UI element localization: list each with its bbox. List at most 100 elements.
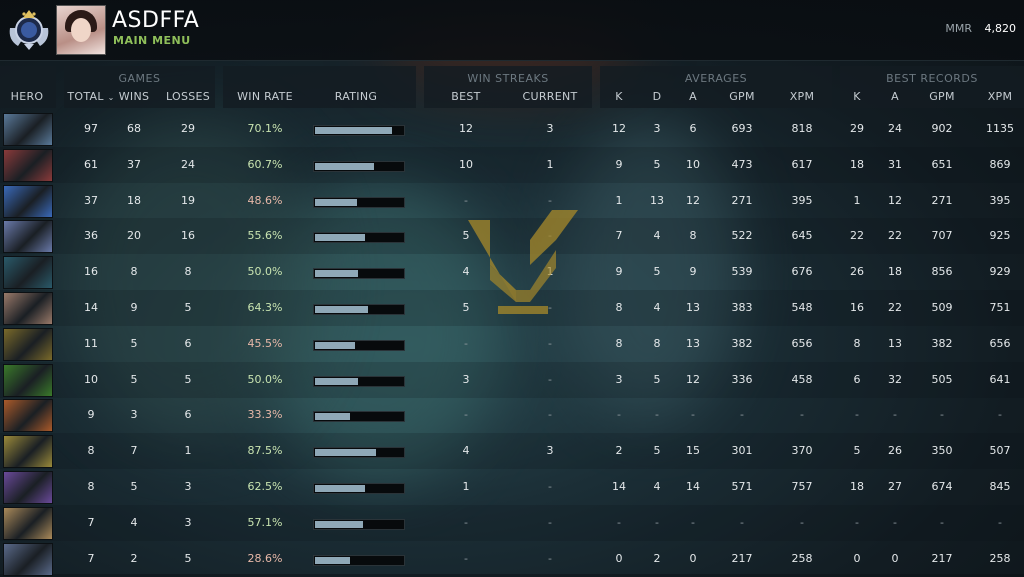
- table-row[interactable]: 8 7 1 87.5% 4 3 2 5 15 301 370 5 26 350 507: [0, 433, 1024, 470]
- rating-bar-fill: [315, 556, 350, 564]
- hero-portrait[interactable]: [3, 399, 53, 433]
- player-name: ASDFFA: [112, 8, 200, 33]
- header-losses[interactable]: LOSSES: [162, 90, 214, 103]
- cell-ra: 13: [888, 336, 902, 350]
- header-win-rate[interactable]: WIN RATE: [230, 90, 300, 103]
- table-row[interactable]: 10 5 5 50.0% 3 - 3 5 12 336 458 6 32 505 641: [0, 361, 1024, 398]
- hero-portrait[interactable]: [3, 435, 53, 469]
- rating-bar: [313, 554, 405, 566]
- cell-win-rate: 57.1%: [247, 515, 283, 529]
- hero-portrait[interactable]: [3, 363, 53, 397]
- table-row[interactable]: 7 4 3 57.1% - - - - - - - - - - -: [0, 504, 1024, 541]
- header-total[interactable]: TOTAL ⌄: [64, 90, 118, 103]
- cell-wins: 5: [130, 372, 138, 386]
- rating-bar-fill: [315, 377, 358, 385]
- cell-ra: 18: [888, 265, 902, 279]
- cell-ra: 12: [888, 193, 902, 207]
- cell-losses: 29: [181, 122, 195, 135]
- header-wins[interactable]: WINS: [114, 90, 154, 103]
- header-avg-k[interactable]: K: [608, 90, 630, 103]
- rating-bar-fill: [315, 413, 350, 421]
- cell-win-rate: 87.5%: [247, 444, 283, 458]
- cell-gpm: 522: [731, 229, 753, 243]
- cell-win-rate: 50.0%: [247, 372, 283, 386]
- cell-current: -: [548, 336, 552, 350]
- table-row[interactable]: 11 5 6 45.5% - - 8 8 13 382 656 8 13 382 656: [0, 326, 1024, 362]
- cell-ra: 22: [888, 301, 902, 314]
- cell-total: 9: [87, 408, 95, 422]
- hero-portrait[interactable]: [3, 184, 53, 218]
- hero-portrait[interactable]: [3, 471, 53, 504]
- hero-portrait[interactable]: [3, 292, 53, 325]
- cell-rxpm: 845: [989, 480, 1011, 493]
- header-avg-d[interactable]: D: [646, 90, 668, 103]
- cell-wins: 9: [130, 301, 138, 314]
- mmr-label: MMR: [945, 22, 972, 35]
- header-total-label: TOTAL: [67, 90, 104, 103]
- player-avatar[interactable]: [56, 5, 106, 55]
- cell-xpm: 818: [791, 122, 813, 135]
- cell-total: 10: [84, 372, 98, 386]
- header-avg-gpm[interactable]: GPM: [722, 90, 762, 103]
- cell-ra: -: [893, 408, 897, 422]
- hero-portrait[interactable]: [3, 506, 53, 540]
- rating-bar-fill: [315, 520, 363, 528]
- rating-bar: [313, 196, 405, 208]
- cell-k: -: [617, 408, 621, 422]
- table-row[interactable]: 97 68 29 70.1% 12 3 12 3 6 693 818 29 24 902 1135: [0, 111, 1024, 147]
- cell-d: 5: [653, 157, 661, 171]
- cell-d: 3: [653, 122, 661, 135]
- hero-portrait[interactable]: [3, 148, 53, 182]
- cell-wins: 5: [130, 336, 138, 350]
- header-rec-a[interactable]: A: [884, 90, 906, 103]
- hero-portrait[interactable]: [3, 220, 53, 254]
- cell-rgpm: -: [940, 408, 944, 422]
- hero-portrait[interactable]: [3, 113, 53, 146]
- cell-gpm: 301: [731, 444, 753, 458]
- cell-ra: 26: [888, 444, 902, 458]
- cell-rgpm: 505: [931, 372, 953, 386]
- cell-rgpm: 509: [931, 301, 953, 314]
- cell-k: 8: [615, 336, 623, 350]
- cell-a: 13: [686, 301, 700, 314]
- cell-rgpm: 382: [931, 336, 953, 350]
- header-rec-gpm[interactable]: GPM: [922, 90, 962, 103]
- cell-k: 9: [615, 265, 623, 279]
- header-rec-xpm[interactable]: XPM: [980, 90, 1020, 103]
- cell-total: 11: [84, 336, 98, 350]
- main-menu-link[interactable]: MAIN MENU: [113, 34, 191, 47]
- hero-portrait[interactable]: [3, 256, 53, 290]
- cell-gpm: 473: [731, 157, 753, 171]
- cell-ra: 22: [888, 229, 902, 243]
- cell-xpm: 617: [791, 157, 813, 171]
- cell-current: -: [548, 515, 552, 529]
- cell-wins: 68: [127, 122, 141, 135]
- rating-bar-fill: [315, 449, 376, 457]
- cell-rgpm: -: [940, 515, 944, 529]
- cell-k: 2: [615, 444, 623, 458]
- cell-losses: 19: [181, 193, 195, 207]
- header-hero[interactable]: HERO: [0, 90, 54, 103]
- cell-best: 3: [462, 372, 470, 386]
- header-rec-k[interactable]: K: [846, 90, 868, 103]
- header-avg-a[interactable]: A: [682, 90, 704, 103]
- table-row[interactable]: 9 3 6 33.3% - - - - - - - - - - -: [0, 397, 1024, 433]
- cell-wins: 2: [130, 551, 138, 565]
- header-current-streak[interactable]: CURRENT: [514, 90, 586, 103]
- rating-bar-fill: [315, 198, 357, 206]
- cell-d: 5: [653, 444, 661, 458]
- cell-rgpm: 707: [931, 229, 953, 243]
- table-row[interactable]: 7 2 5 28.6% - - 0 2 0 217 258 0 0 217 258: [0, 541, 1024, 577]
- table-row[interactable]: 8 5 3 62.5% 1 - 14 4 14 571 757 18 27 674 845: [0, 469, 1024, 505]
- hero-portrait[interactable]: [3, 542, 53, 576]
- hero-portrait[interactable]: [3, 327, 53, 361]
- cell-d: 4: [653, 301, 661, 314]
- cell-a: -: [691, 408, 695, 422]
- table-row[interactable]: 61 37 24 60.7% 10 1 9 5 10 473 617 18 31 651 869: [0, 146, 1024, 183]
- cell-ra: 0: [891, 551, 899, 565]
- header-avg-xpm[interactable]: XPM: [782, 90, 822, 103]
- rating-bar: [313, 160, 405, 172]
- header-rating[interactable]: RATING: [320, 90, 392, 103]
- cell-d: 4: [653, 480, 661, 493]
- header-best-streak[interactable]: BEST: [440, 90, 492, 103]
